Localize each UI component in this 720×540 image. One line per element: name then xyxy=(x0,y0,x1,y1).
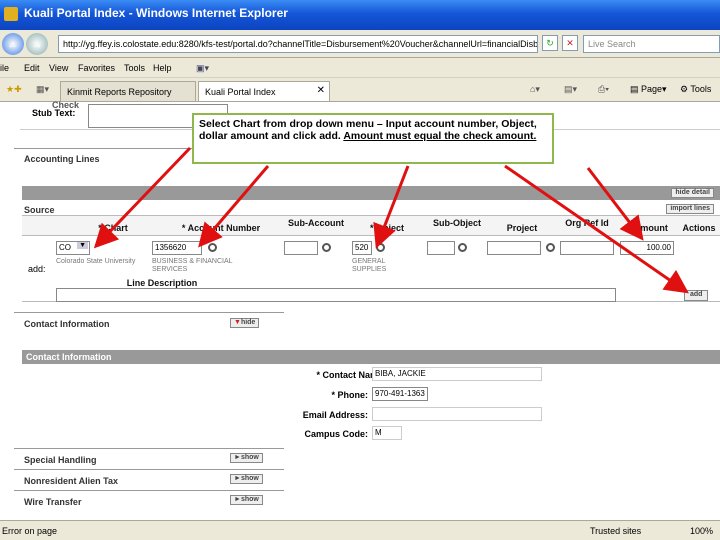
arrow-to-add xyxy=(504,164,689,294)
annotation-arrows xyxy=(93,146,689,294)
arrow-to-chart xyxy=(93,146,192,249)
arrow-to-account xyxy=(198,165,270,248)
status-bar: Error on page Trusted sites 100% xyxy=(0,520,720,540)
security-zone: Trusted sites xyxy=(590,526,642,536)
status-error-text[interactable]: Error on page xyxy=(2,526,57,536)
zoom-level[interactable]: 100% xyxy=(690,526,713,536)
arrow-to-amount xyxy=(586,167,644,241)
arrow-to-object xyxy=(373,165,410,249)
